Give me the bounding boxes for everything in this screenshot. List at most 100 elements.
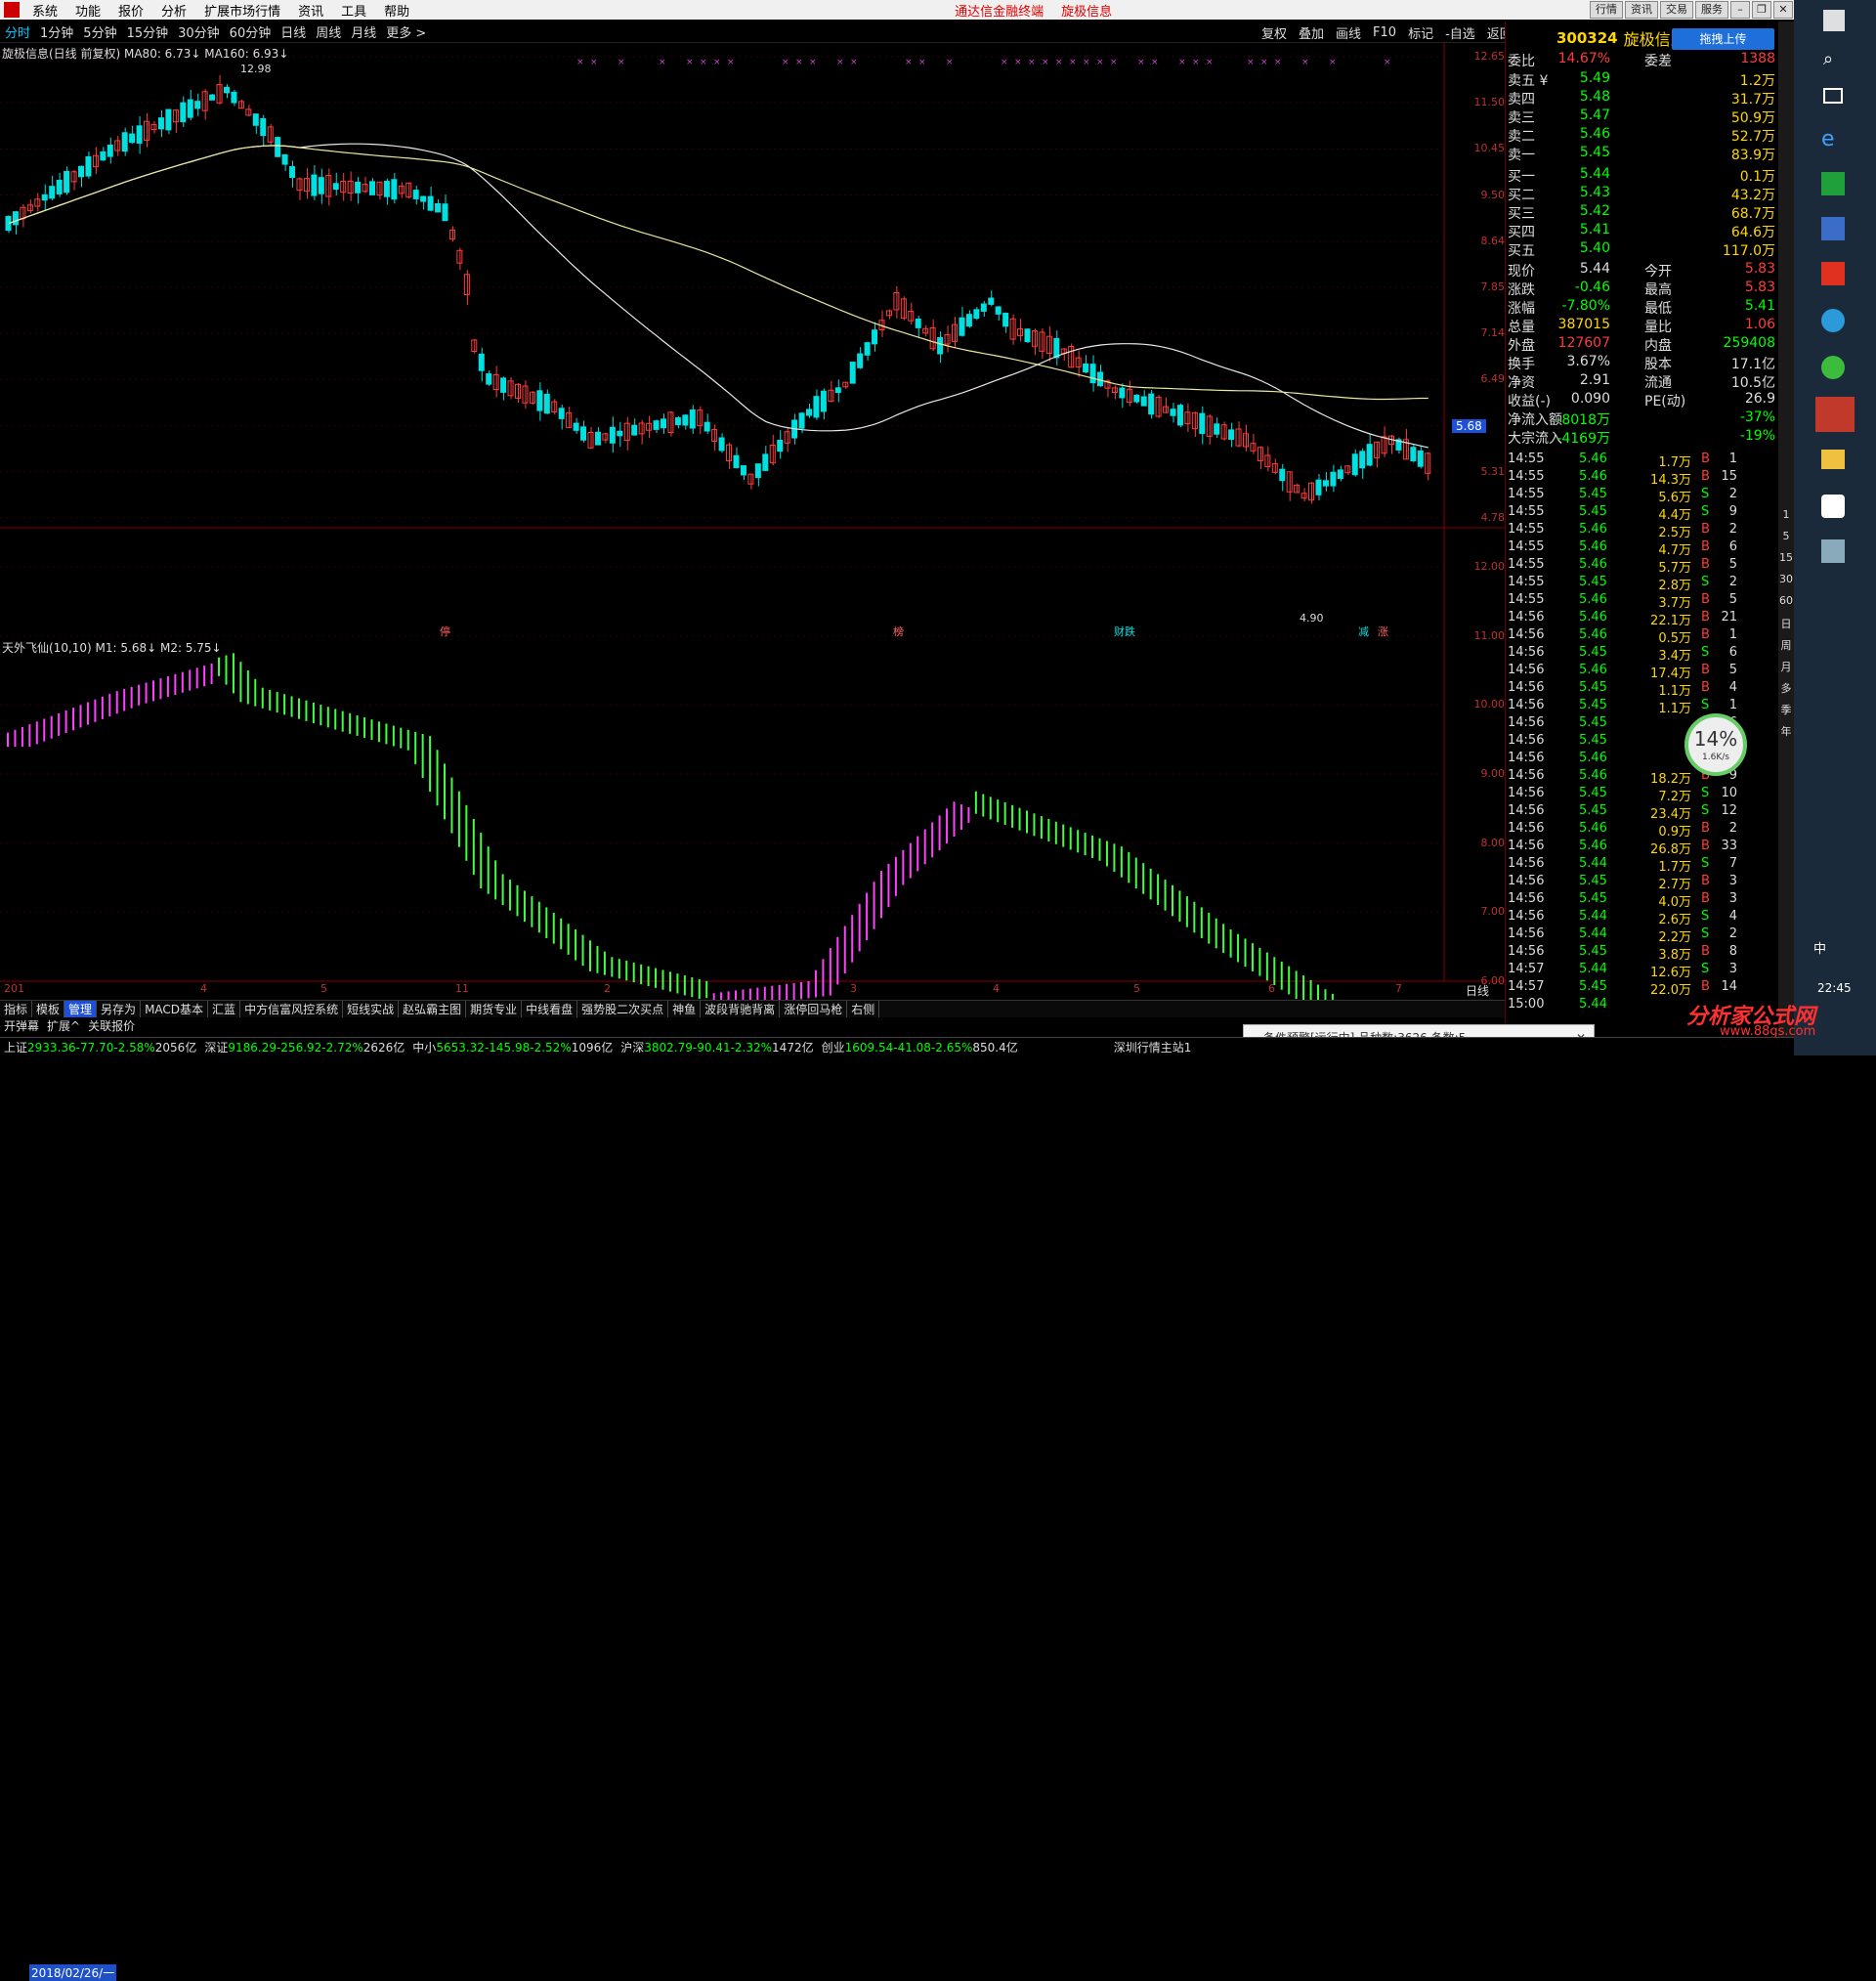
indicator-tab[interactable]: 另存为 (97, 1001, 142, 1017)
indicator-tab[interactable]: 短线实战 (343, 1001, 400, 1017)
event-marker[interactable]: 减 (1358, 624, 1369, 639)
index-status[interactable]: 中小5653.32-145.98-2.52%1096亿 (408, 1039, 617, 1055)
menu-tools[interactable]: 工具 (332, 1, 375, 20)
event-marker[interactable]: 停 (440, 624, 450, 639)
side-period-label[interactable]: 30 (1778, 573, 1794, 594)
network-speed-widget[interactable]: 14% 1.6K/s (1684, 713, 1747, 776)
btn-huaxian[interactable]: 画线 (1330, 23, 1367, 42)
indicator-tab[interactable]: 中线看盘 (522, 1001, 578, 1017)
event-marker[interactable]: 榜 (893, 624, 904, 639)
period-day[interactable]: 日线 (276, 22, 311, 41)
sub-tab[interactable]: 扩展^ (43, 1017, 84, 1035)
btn-diejia[interactable]: 叠加 (1293, 23, 1330, 42)
period-1min[interactable]: 1分钟 (35, 22, 78, 41)
side-period-label[interactable]: 1 (1778, 508, 1794, 530)
side-period-label[interactable]: 15 (1778, 551, 1794, 573)
indicator-tab[interactable]: 神鱼 (668, 1001, 702, 1017)
indicator-tab[interactable]: 模板 (32, 1001, 65, 1017)
candle (1359, 451, 1366, 469)
tick-count: 15 (1721, 469, 1737, 484)
menu-quote[interactable]: 报价 (109, 1, 152, 20)
event-marker[interactable]: 涨 (1378, 624, 1388, 639)
folder-icon[interactable] (1821, 450, 1845, 469)
candle (209, 94, 216, 101)
indicator-tab[interactable]: MACD基本 (141, 1001, 209, 1017)
menu-ext-market[interactable]: 扩展市场行情 (195, 1, 289, 20)
period-30min[interactable]: 30分钟 (173, 22, 225, 41)
tdx-app-icon[interactable] (1815, 397, 1855, 432)
side-period-label[interactable]: 月 (1778, 659, 1794, 680)
index-status[interactable]: 深证9186.29-256.92-2.72%2626亿 (200, 1039, 408, 1055)
btn-fuquan[interactable]: 复权 (1256, 23, 1293, 42)
melon-app-icon[interactable] (1821, 262, 1845, 285)
tick-volume: 26.8万 (1650, 842, 1691, 857)
side-period-label[interactable]: 5 (1778, 530, 1794, 551)
side-period-label[interactable]: 60 (1778, 594, 1794, 616)
side-period-label[interactable]: 多 (1778, 680, 1794, 702)
notepad-icon[interactable] (1821, 539, 1845, 563)
minimize-icon[interactable]: – (1730, 1, 1750, 19)
360-icon[interactable] (1821, 356, 1845, 379)
indicator-tab[interactable]: 中方信富风控系统 (240, 1001, 344, 1017)
indicator-tab[interactable]: 汇蓝 (208, 1001, 241, 1017)
period-15min[interactable]: 15分钟 (122, 22, 174, 41)
btn-biaoji[interactable]: 标记 (1402, 23, 1439, 42)
btn-hangqing[interactable]: 行情 (1590, 1, 1623, 19)
btn-jiaoyi[interactable]: 交易 (1660, 1, 1693, 19)
upload-button[interactable]: 拖拽上传 (1672, 28, 1774, 50)
event-marker[interactable]: 财跌 (1114, 624, 1135, 639)
indicator-tab[interactable]: 右侧 (847, 1001, 880, 1017)
period-60min[interactable]: 60分钟 (225, 22, 277, 41)
side-period-label[interactable]: 年 (1778, 723, 1794, 745)
ie-icon[interactable]: e (1821, 127, 1835, 151)
sub-tab[interactable]: 关联报价 (84, 1017, 139, 1035)
menu-help[interactable]: 帮助 (375, 1, 418, 20)
indicator-tab[interactable]: 赵弘霸主图 (399, 1001, 467, 1017)
baidu-pan-icon[interactable] (1821, 495, 1845, 518)
signal-marker: × (946, 58, 954, 67)
indicator-tab[interactable]: 期货专业 (466, 1001, 523, 1017)
ime-indicator[interactable]: 中 (1813, 938, 1826, 957)
period-fenshi[interactable]: 分时 (0, 22, 35, 41)
candle (427, 195, 434, 211)
kline-chart[interactable]: × × × × × × × × × × × × × × × × × × × × × × × × × × × × × × × × × × × × (0, 43, 1505, 1001)
menu-system[interactable]: 系统 (23, 1, 66, 20)
menu-news[interactable]: 资讯 (289, 1, 332, 20)
indicator-tab[interactable]: 指标 (0, 1001, 33, 1017)
period-month[interactable]: 月线 (346, 22, 381, 41)
tick-time: 14:56 (1508, 680, 1545, 695)
money-app-icon[interactable] (1821, 172, 1845, 195)
side-period-label[interactable]: 周 (1778, 637, 1794, 659)
btn-zixun[interactable]: 资讯 (1625, 1, 1658, 19)
server-status[interactable]: 深圳行情主站1 (1110, 1039, 1196, 1055)
clock[interactable]: 22:45 (1817, 981, 1852, 995)
index-status[interactable]: 上证2933.36-77.70-2.58%2056亿 (0, 1039, 200, 1055)
browser-icon[interactable] (1821, 309, 1845, 332)
menu-function[interactable]: 功能 (66, 1, 109, 20)
side-period-label[interactable]: 季 (1778, 702, 1794, 723)
restore-icon[interactable]: ❐ (1752, 1, 1771, 19)
period-more[interactable]: 更多 > (381, 22, 431, 41)
period-week[interactable]: 周线 (311, 22, 346, 41)
search-icon[interactable]: ⌕ (1823, 49, 1833, 69)
candle (180, 102, 187, 123)
index-status[interactable]: 沪深3802.79-90.41-2.32%1472亿 (617, 1039, 817, 1055)
btn-fuwu[interactable]: 服务 (1695, 1, 1728, 19)
sub-tab[interactable]: 开弹幕 (0, 1017, 43, 1035)
task-view-icon[interactable] (1823, 88, 1843, 104)
btn-zixuan[interactable]: -自选 (1439, 23, 1481, 42)
indicator-tab[interactable]: 涨停回马枪 (780, 1001, 848, 1017)
candle (573, 422, 579, 431)
side-period-label[interactable]: 日 (1778, 616, 1794, 637)
indicator-tab[interactable]: 强势股二次买点 (577, 1001, 669, 1017)
btn-f10[interactable]: F10 (1367, 25, 1402, 40)
index-status[interactable]: 创业1609.54-41.08-2.65%850.4亿 (818, 1039, 1022, 1055)
menu-analysis[interactable]: 分析 (152, 1, 195, 20)
doc-app-icon[interactable] (1821, 217, 1845, 240)
tick-count: 5 (1728, 592, 1737, 607)
close-icon[interactable]: ✕ (1773, 1, 1793, 19)
period-5min[interactable]: 5分钟 (78, 22, 121, 41)
indicator-tab[interactable]: 管理 (64, 1001, 98, 1017)
windows-start-icon[interactable] (1823, 10, 1845, 31)
indicator-tab[interactable]: 波段背驰背离 (701, 1001, 781, 1017)
